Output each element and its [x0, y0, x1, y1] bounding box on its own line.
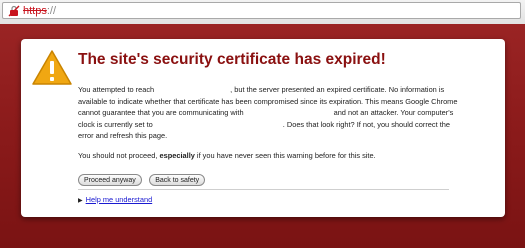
back-to-safety-button[interactable]: Back to safety: [149, 174, 206, 186]
divider: [78, 189, 449, 190]
help-link[interactable]: Help me understand: [86, 195, 153, 204]
url-rest: ://: [46, 5, 57, 17]
proceed-anyway-button[interactable]: Proceed anyway: [78, 174, 142, 186]
explanation-text: You attempted to reach, but the server p…: [78, 85, 458, 140]
address-bar[interactable]: https://: [2, 2, 521, 19]
disclosure-triangle-icon[interactable]: ▶: [78, 198, 83, 204]
warning-icon: [32, 50, 72, 85]
broken-lock-icon: [8, 5, 20, 17]
url-scheme: https: [23, 5, 47, 17]
page-title: The site's security certificate has expi…: [78, 51, 386, 68]
browser-toolbar: https://: [0, 0, 525, 25]
warning-card: The site's security certificate has expi…: [21, 39, 505, 217]
action-buttons: Proceed anyway Back to safety: [78, 169, 208, 187]
url-text: https://: [23, 4, 56, 18]
help-expander[interactable]: ▶ Help me understand: [78, 195, 152, 204]
recommendation-text: You should not proceed, especially if yo…: [78, 151, 376, 160]
